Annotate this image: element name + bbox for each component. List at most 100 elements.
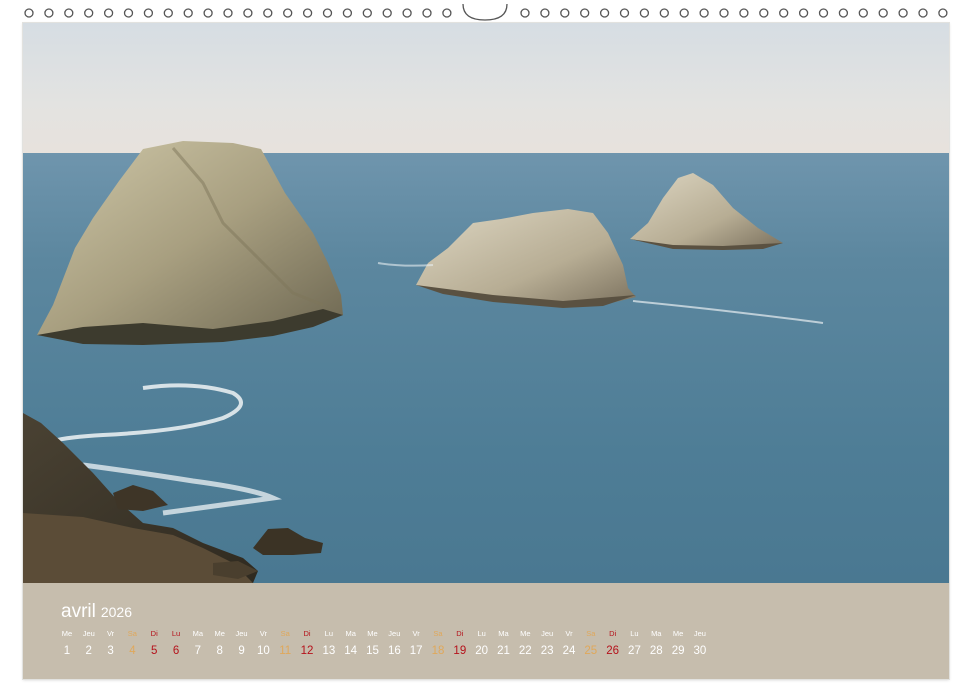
day-cell: Me 15 [362,629,384,665]
day-cell: Di 12 [296,629,318,665]
day-of-week-label: Jeu [388,629,401,638]
day-of-week-label: Me [672,629,684,638]
binding-hole [283,8,293,18]
binding-hole [798,8,809,18]
calendar-bar: avril 2026 Me 1 Jeu 2 Vr 3 Sa 4 Di 5 Lu 6 Ma 7 Me 8 Jeu 9 V… [23,583,949,679]
day-number: 1 [63,645,71,657]
day-number: 7 [194,645,202,657]
binding-hole [143,8,154,18]
binding-hole [818,8,829,18]
binding-hole [580,8,590,18]
day-cell: Me 22 [514,629,536,665]
day-number: 5 [151,645,158,657]
day-cell: Lu 27 [624,629,646,665]
binding-hole [64,8,74,18]
day-number: 8 [216,645,223,657]
binding-hole [103,8,114,18]
day-of-week-label: Ma [192,629,204,638]
day-cell: Sa 25 [580,629,602,665]
day-cell: Jeu 16 [383,629,405,665]
day-of-week-label: Me [214,629,225,638]
binding-hole [938,8,948,18]
day-of-week-label: Lu [171,629,181,638]
binding-hole [342,8,353,18]
day-cell: Jeu 9 [231,629,253,665]
binding-hole [878,8,888,18]
binding-hole [838,8,849,18]
day-cell: Lu 20 [471,629,493,665]
day-cell: Ma 28 [645,629,667,665]
binding-hole [679,8,689,18]
day-number: 25 [584,645,598,657]
day-of-week-label: Di [150,629,158,638]
day-cell: Sa 11 [274,629,296,665]
day-number: 26 [606,645,620,657]
binding-hole [659,8,669,18]
day-cell: Di 19 [449,629,471,665]
day-of-week-label: Sa [586,629,596,638]
day-cell: Vr 24 [558,629,580,665]
month-title: avril 2026 [61,601,132,625]
day-number: 24 [562,645,576,657]
day-number: 9 [238,645,245,657]
day-number: 14 [344,645,358,657]
day-of-week-label: Lu [630,629,639,638]
day-strip: Me 1 Jeu 2 Vr 3 Sa 4 Di 5 Lu 6 Ma 7 Me 8 Jeu 9 Vr 10 Sa 11 Di 1… [56,629,711,665]
day-number: 11 [279,645,292,657]
binding-hole [163,8,173,18]
binding-hole [619,8,630,18]
day-cell: Lu 6 [165,629,187,665]
hanger-notch [462,4,508,21]
day-number: 13 [322,645,336,657]
day-of-week-label: Vr [259,629,267,638]
binding-hole [699,8,709,18]
binding-hole [24,8,34,18]
binding-hole [402,8,412,18]
day-number: 22 [518,645,532,657]
day-number: 18 [431,645,445,657]
day-number: 30 [693,645,707,657]
day-of-week-label: Sa [433,629,443,638]
day-number: 29 [671,645,685,657]
day-of-week-label: Me [61,629,73,638]
year-label: 2026 [100,604,132,620]
binding-hole [123,8,134,18]
binding-hole [540,8,550,18]
binding-hole [442,8,452,18]
day-of-week-label: Lu [477,629,486,638]
binding-hole [739,8,749,18]
day-cell: Vr 10 [252,629,274,665]
day-number: 12 [300,645,314,657]
day-of-week-label: Di [609,629,617,638]
day-of-week-label: Vr [106,629,115,638]
day-number: 23 [540,645,554,657]
day-of-week-label: Jeu [693,629,706,638]
day-cell: Ma 21 [493,629,515,665]
binding-hole [382,8,392,18]
day-number: 19 [453,645,467,657]
binding-hole [362,8,372,18]
month-name: avril [61,601,96,622]
day-number: 27 [628,645,641,657]
binding-hole [918,8,928,18]
day-number: 17 [409,645,423,657]
day-of-week-label: Jeu [235,629,248,638]
day-cell: Jeu 23 [536,629,558,665]
binding-hole [44,8,54,18]
day-of-week-label: Me [520,629,531,638]
day-of-week-label: Vr [412,629,420,638]
day-cell: Di 5 [143,629,165,665]
day-cell: Sa 18 [427,629,449,665]
day-number: 4 [129,645,136,657]
day-number: 28 [649,645,663,657]
binding-hole [422,8,432,18]
day-of-week-label: Sa [280,629,290,638]
binding-hole [759,8,769,18]
binding-hole [599,8,610,18]
spiral-binding [0,4,971,22]
day-of-week-label: Vr [565,629,573,638]
day-number: 16 [387,645,401,657]
binding-hole [898,8,908,18]
day-of-week-label: Jeu [541,629,554,638]
day-cell: Lu 13 [318,629,340,665]
